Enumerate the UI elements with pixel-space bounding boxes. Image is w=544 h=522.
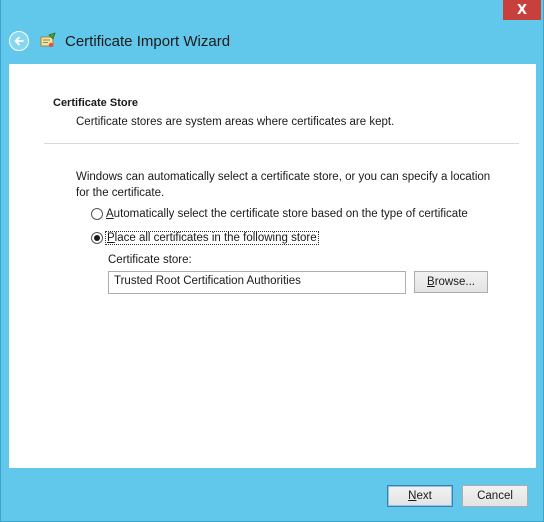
back-arrow-icon <box>14 36 24 46</box>
back-button[interactable] <box>9 31 29 51</box>
radio-place-in-store[interactable]: Place all certificates in the following … <box>91 230 319 246</box>
wizard-header: Certificate Import Wizard <box>9 30 469 52</box>
radio-selected-dot <box>94 235 100 241</box>
intro-text: Windows can automatically select a certi… <box>76 171 491 199</box>
wizard-window: X Certificate Import Wizard Certificate … <box>0 0 544 522</box>
next-button[interactable]: Next <box>387 485 453 507</box>
header-divider <box>44 143 519 144</box>
radio-auto-select[interactable]: Automatically select the certificate sto… <box>91 206 468 222</box>
section-description: Certificate stores are system areas wher… <box>76 116 395 128</box>
wizard-content: Certificate Store Certificate stores are… <box>9 64 536 468</box>
radio-place-in-store-circle[interactable] <box>91 232 103 244</box>
window-title: Certificate Import Wizard <box>65 32 231 50</box>
certificate-wizard-icon <box>40 32 56 48</box>
radio-auto-select-circle[interactable] <box>91 208 103 220</box>
browse-button[interactable]: Browse... <box>414 271 488 293</box>
radio-auto-select-label: Automatically select the certificate sto… <box>106 208 468 220</box>
section-title: Certificate Store <box>53 97 138 109</box>
close-button[interactable]: X <box>503 0 541 20</box>
certificate-store-label: Certificate store: <box>108 254 192 266</box>
cancel-button[interactable]: Cancel <box>462 485 528 507</box>
radio-place-in-store-label: Place all certificates in the following … <box>105 231 319 245</box>
certificate-store-field[interactable]: Trusted Root Certification Authorities <box>108 271 406 294</box>
close-icon: X <box>516 2 528 18</box>
